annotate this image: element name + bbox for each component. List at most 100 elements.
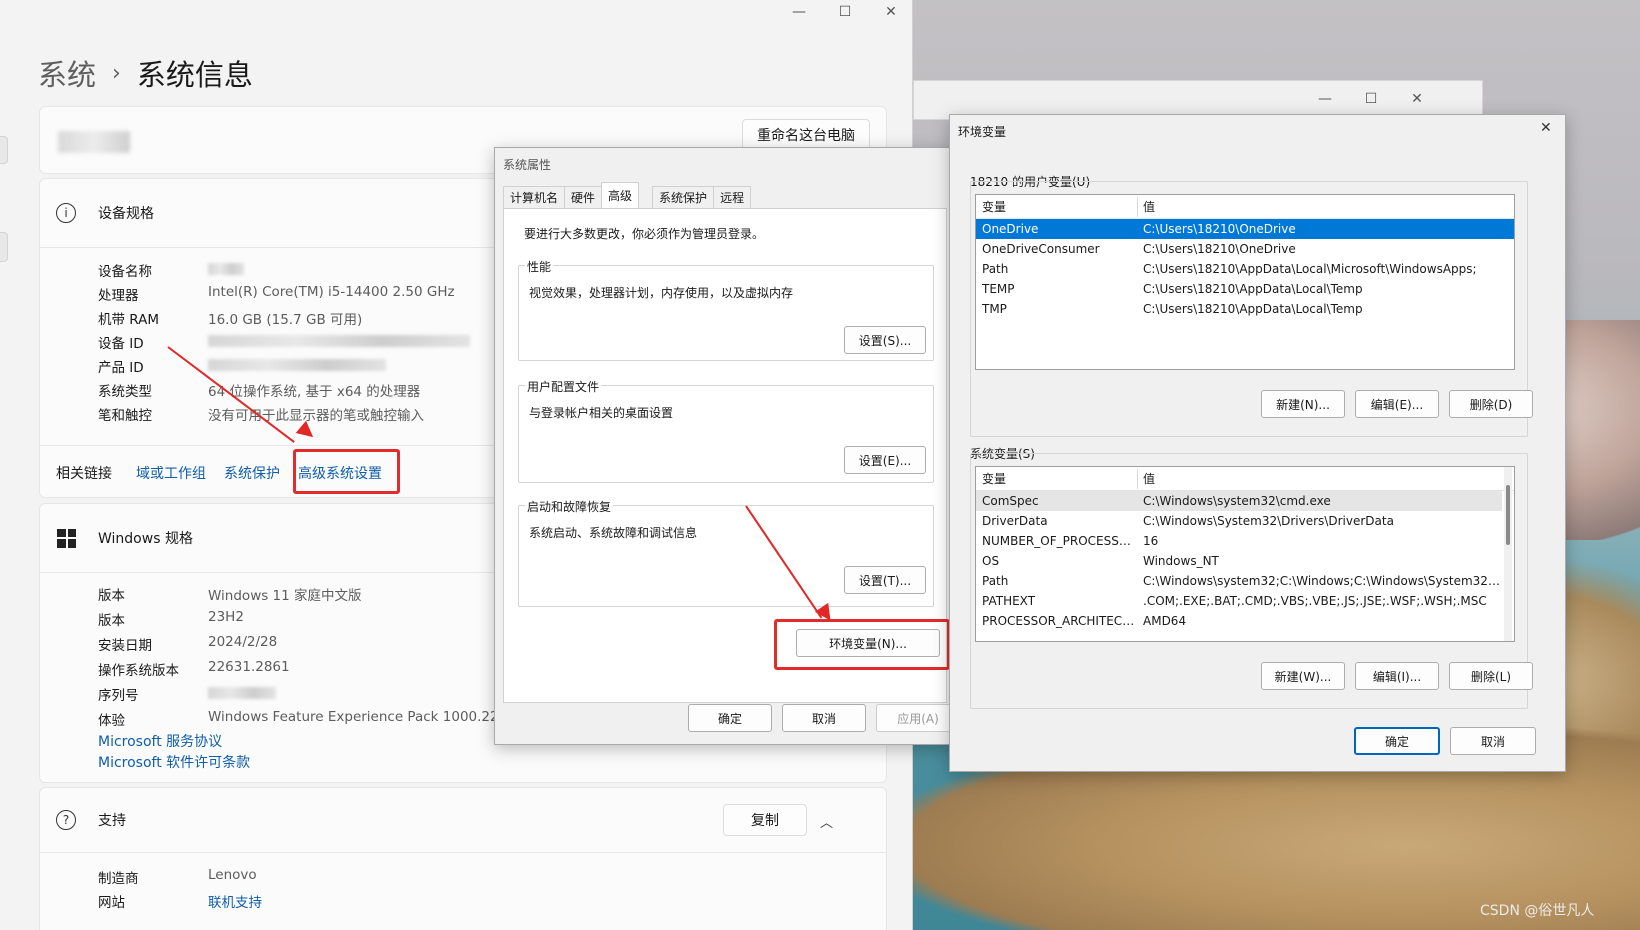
- system-new-button[interactable]: 新建(W)...: [1261, 662, 1345, 690]
- list-row[interactable]: OS Windows_NT: [976, 551, 1502, 571]
- pc-name-redacted: [58, 131, 130, 153]
- chevron-up-icon[interactable]: ︿: [820, 812, 833, 831]
- group-startup-recovery: 启动和故障恢复 系统启动、系统故障和调试信息 设置(T)...: [518, 498, 934, 607]
- cancel-button[interactable]: 取消: [1450, 727, 1536, 755]
- section-title: Windows 规格: [98, 531, 193, 547]
- close-icon[interactable]: ✕: [868, 0, 912, 24]
- list-header: 变量 值: [976, 467, 1514, 491]
- user-vars-section: 变量 值 OneDrive C:\Users\18210\OneDrive On…: [970, 181, 1533, 437]
- tab-hardware[interactable]: 硬件: [564, 186, 603, 208]
- performance-settings-button[interactable]: 设置(S)...: [844, 326, 926, 354]
- user-new-button[interactable]: 新建(N)...: [1261, 390, 1345, 418]
- system-edit-button[interactable]: 编辑(I)...: [1355, 662, 1439, 690]
- spec-row-device-name: 设备名称: [98, 260, 244, 280]
- ok-button[interactable]: 确定: [688, 704, 772, 732]
- spec-row-website: 网站 联机支持: [98, 891, 262, 911]
- vertical-scrollbar[interactable]: [1504, 467, 1512, 641]
- spec-row-os-build: 操作系统版本 22631.2861: [98, 659, 290, 679]
- redacted-value: [208, 263, 244, 275]
- list-row[interactable]: Path C:\Users\18210\AppData\Local\Micros…: [976, 259, 1514, 279]
- group-performance: 性能 视觉效果，处理器计划，内存使用，以及虚拟内存 设置(S)...: [518, 258, 934, 361]
- spec-row-version: 版本 23H2: [98, 609, 244, 629]
- column-header-value[interactable]: 值: [1137, 470, 1514, 487]
- watermark-text: CSDN @俗世凡人: [1480, 903, 1595, 919]
- startup-recovery-settings-button[interactable]: 设置(T)...: [844, 566, 926, 594]
- sidebar-collapsed-item[interactable]: [0, 232, 8, 262]
- column-header-value[interactable]: 值: [1137, 198, 1514, 215]
- spec-row-install-date: 安装日期 2024/2/28: [98, 634, 278, 654]
- column-header-variable[interactable]: 变量: [976, 198, 1137, 215]
- list-row[interactable]: TMP C:\Users\18210\AppData\Local\Temp: [976, 299, 1514, 319]
- link-service-agreement[interactable]: Microsoft 服务协议: [98, 731, 222, 751]
- help-icon: ?: [56, 810, 76, 830]
- minimize-icon[interactable]: —: [776, 0, 822, 24]
- list-row[interactable]: DriverData C:\Windows\System32\Drivers\D…: [976, 511, 1502, 531]
- system-vars-section: 变量 值 ComSpec C:\Windows\system32\cmd.exe…: [970, 453, 1533, 709]
- minimize-icon[interactable]: —: [1302, 87, 1348, 111]
- sidebar-collapsed-item[interactable]: [0, 136, 8, 164]
- list-row[interactable]: NUMBER_OF_PROCESSORS 16: [976, 531, 1502, 551]
- spec-row-product-id: 产品 ID: [98, 356, 386, 376]
- spec-row-device-id: 设备 ID: [98, 332, 470, 352]
- highlight-box: [293, 449, 400, 494]
- windows-logo-icon: [57, 528, 76, 548]
- highlight-box: [774, 619, 950, 670]
- scrollbar-thumb[interactable]: [1506, 485, 1510, 545]
- close-icon[interactable]: ✕: [1540, 120, 1552, 136]
- spec-row-manufacturer: 制造商 Lenovo: [98, 867, 257, 887]
- redacted-value: [208, 335, 470, 347]
- link-system-protection[interactable]: 系统保护: [224, 463, 280, 483]
- spec-row-edition: 版本 Windows 11 家庭中文版: [98, 588, 362, 604]
- list-row[interactable]: TEMP C:\Users\18210\AppData\Local\Temp: [976, 279, 1514, 299]
- apply-button[interactable]: 应用(A): [876, 704, 960, 732]
- link-online-support[interactable]: 联机支持: [208, 891, 262, 911]
- breadcrumb-parent[interactable]: 系统: [38, 52, 96, 94]
- related-links-label: 相关链接: [56, 465, 112, 482]
- list-row[interactable]: PATHEXT .COM;.EXE;.BAT;.CMD;.VBS;.VBE;.J…: [976, 591, 1502, 611]
- spec-row-pen-touch: 笔和触控 没有可用于此显示器的笔或触控输入: [98, 408, 424, 424]
- redacted-value: [208, 359, 386, 371]
- link-license-terms[interactable]: Microsoft 软件许可条款: [98, 752, 250, 772]
- system-vars-list[interactable]: 变量 值 ComSpec C:\Windows\system32\cmd.exe…: [975, 466, 1515, 642]
- tab-computer-name[interactable]: 计算机名: [503, 186, 566, 208]
- settings-window-controls: — ☐ ✕: [776, 0, 912, 24]
- user-edit-button[interactable]: 编辑(E)...: [1355, 390, 1439, 418]
- background-window-controls: — ☐ ✕: [1302, 87, 1440, 111]
- support-card: ? 支持 复制 ︿ 制造商 Lenovo 网站 联机支持: [39, 787, 887, 930]
- close-icon[interactable]: ✕: [1394, 87, 1440, 111]
- maximize-icon[interactable]: ☐: [1348, 87, 1394, 111]
- section-title: 设备规格: [98, 206, 154, 222]
- breadcrumb: 系统 › 系统信息: [38, 52, 253, 94]
- page-title: 系统信息: [136, 58, 253, 92]
- list-header: 变量 值: [976, 195, 1514, 219]
- link-domain-workgroup[interactable]: 域或工作组: [136, 463, 206, 483]
- list-row[interactable]: PROCESSOR_ARCHITECT... AMD64: [976, 611, 1502, 631]
- copy-button[interactable]: 复制: [723, 804, 807, 836]
- tab-system-protection[interactable]: 系统保护: [652, 186, 715, 208]
- user-vars-list[interactable]: 变量 值 OneDrive C:\Users\18210\OneDrive On…: [975, 194, 1515, 370]
- list-row[interactable]: OneDriveConsumer C:\Users\18210\OneDrive: [976, 239, 1514, 259]
- list-row[interactable]: ComSpec C:\Windows\system32\cmd.exe: [976, 491, 1502, 511]
- list-row[interactable]: Path C:\Windows\system32;C:\Windows;C:\W…: [976, 571, 1502, 591]
- spec-row-experience: 体验 Windows Feature Experience Pack 1000.…: [98, 709, 538, 729]
- user-profiles-settings-button[interactable]: 设置(E)...: [844, 446, 926, 474]
- group-user-profiles: 用户配置文件 与登录帐户相关的桌面设置 设置(E)...: [518, 378, 934, 483]
- spec-row-processor: 处理器 Intel(R) Core(TM) i5-14400 2.50 GHz: [98, 284, 455, 304]
- spec-row-serial: 序列号: [98, 684, 276, 704]
- spec-row-ram: 机带 RAM 16.0 GB (15.7 GB 可用): [98, 312, 363, 328]
- system-delete-button[interactable]: 删除(L): [1449, 662, 1533, 690]
- dialog-title: 环境变量: [958, 125, 1007, 139]
- chevron-right-icon: ›: [112, 60, 121, 86]
- cancel-button[interactable]: 取消: [782, 704, 866, 732]
- ok-button[interactable]: 确定: [1354, 727, 1440, 755]
- info-icon: i: [56, 203, 76, 223]
- spec-row-system-type: 系统类型 64 位操作系统, 基于 x64 的处理器: [98, 384, 421, 400]
- column-header-variable[interactable]: 变量: [976, 470, 1137, 487]
- maximize-icon[interactable]: ☐: [822, 0, 868, 24]
- dialog-title: 系统属性: [503, 158, 552, 172]
- list-row[interactable]: OneDrive C:\Users\18210\OneDrive: [976, 219, 1514, 239]
- tab-remote[interactable]: 远程: [713, 186, 752, 208]
- user-delete-button[interactable]: 删除(D): [1449, 390, 1533, 418]
- tab-advanced[interactable]: 高级: [601, 182, 640, 208]
- section-title: 支持: [98, 813, 126, 829]
